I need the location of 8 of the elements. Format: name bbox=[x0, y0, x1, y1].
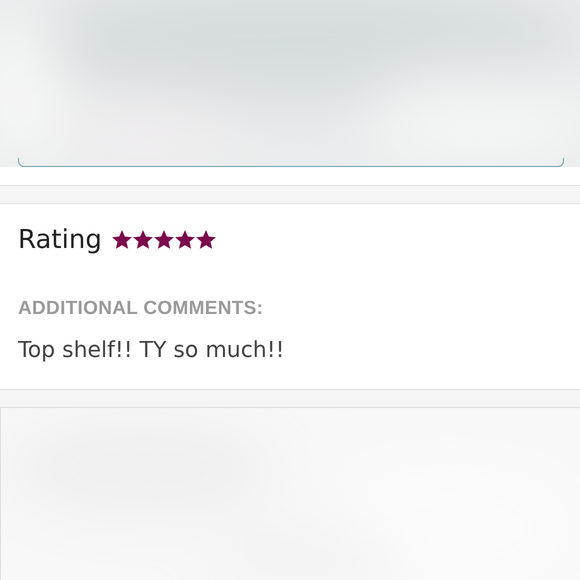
star-icon bbox=[154, 230, 174, 250]
rating-label: Rating bbox=[18, 225, 102, 255]
comments-heading: ADDITIONAL COMMENTS: bbox=[18, 298, 264, 320]
star-icon bbox=[132, 230, 153, 250]
star-icon bbox=[112, 230, 132, 250]
star-icon bbox=[196, 230, 216, 250]
star-icon bbox=[174, 230, 195, 250]
comment-text: Top shelf!! TY so much!! bbox=[18, 338, 286, 363]
